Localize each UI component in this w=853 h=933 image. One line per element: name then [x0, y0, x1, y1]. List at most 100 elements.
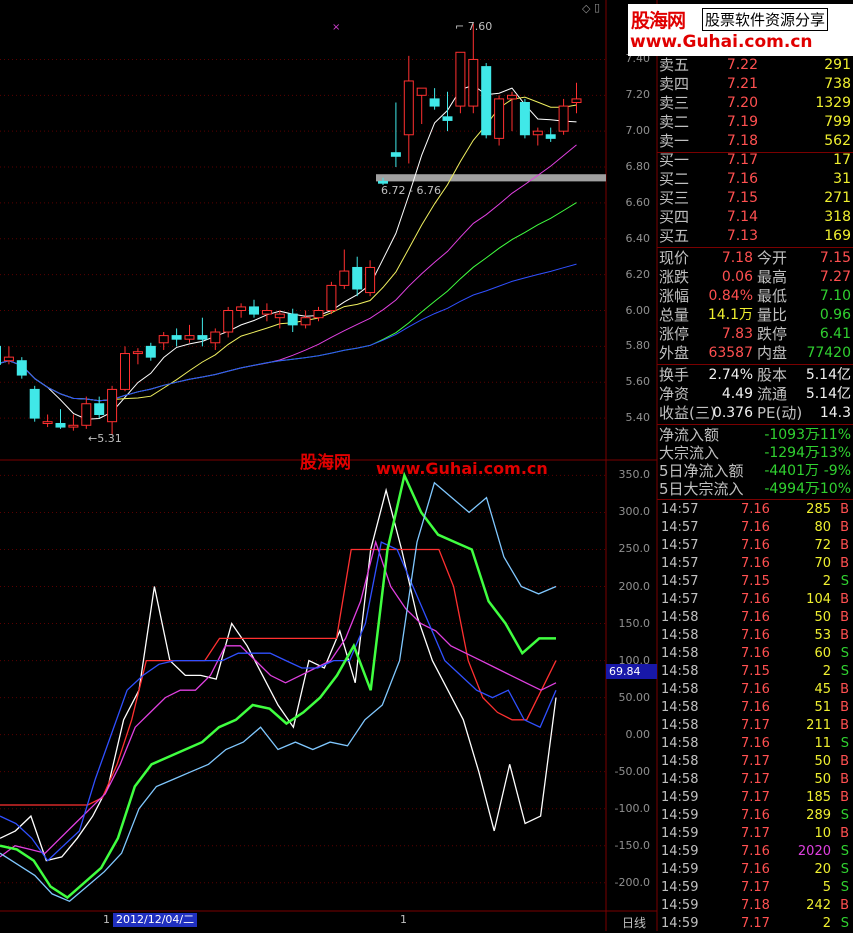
candle: [29, 385, 40, 422]
trade-volume: 104: [806, 592, 831, 607]
logo-brand: 股海网: [631, 10, 686, 32]
candle: [442, 91, 453, 132]
indicator-tick-label: 0.00: [625, 727, 651, 741]
candle-body: [429, 98, 440, 107]
trade-price: 7.17: [741, 772, 770, 787]
order-book-row[interactable]: 卖五 7.22 291: [657, 56, 853, 74]
stat-value: 5.14亿: [805, 367, 851, 383]
flow-percent: -13%: [814, 445, 851, 461]
trade-time: 14:58: [661, 736, 699, 751]
candle-body: [249, 306, 259, 315]
quote-value: 7.18: [721, 250, 753, 266]
candle-body: [519, 101, 530, 136]
order-book-row[interactable]: 买四 7.14 318: [657, 208, 853, 226]
trade-price: 7.16: [741, 682, 770, 697]
candle: [287, 308, 298, 333]
order-level-label: 买三: [659, 189, 690, 207]
order-book-row[interactable]: 卖四 7.21 738: [657, 75, 853, 93]
trade-time: 14:59: [661, 862, 699, 877]
indicator-layer: [0, 471, 557, 903]
order-book-row[interactable]: 买三 7.15 271: [657, 189, 853, 207]
order-price: 7.14: [726, 209, 758, 225]
order-book-row[interactable]: 卖二 7.19 799: [657, 113, 853, 131]
order-volume: 799: [824, 114, 851, 130]
trade-time: 14:59: [661, 898, 699, 913]
order-level-label: 买四: [659, 208, 690, 226]
flow-value: -1294万: [764, 445, 819, 461]
price-tick-label: 6.00: [625, 303, 651, 317]
candle-body: [481, 66, 492, 136]
trade-side: S: [840, 862, 849, 877]
trade-row: 14:59 7.16 2020 S: [657, 843, 853, 861]
stat-label: 换手: [659, 366, 690, 384]
candle-body: [571, 98, 582, 103]
stat-row: 收益(三) 0.376 PE(动) 14.3: [657, 404, 853, 422]
section-divider: [657, 499, 853, 500]
moving-average-line: [0, 96, 577, 402]
quote-label: 现价: [659, 249, 690, 267]
period-label[interactable]: 日线: [622, 914, 646, 931]
trade-volume: 70: [814, 556, 831, 571]
price-tick-label: 7.00: [625, 124, 651, 138]
trade-price: 7.17: [741, 916, 770, 931]
flow-value: -4401万: [764, 463, 819, 479]
order-book-row[interactable]: 买二 7.16 31: [657, 170, 853, 188]
trade-time: 14:59: [661, 844, 699, 859]
order-price: 7.20: [726, 95, 758, 111]
trade-volume: 2020: [797, 844, 831, 859]
stat-row: 换手 2.74% 股本 5.14亿: [657, 366, 853, 384]
trade-row: 14:59 7.16 20 S: [657, 861, 853, 879]
indicator-line: [0, 541, 557, 862]
order-book-row[interactable]: 买一 7.17 17: [657, 151, 853, 169]
quote-row: 涨停 7.83 跌停 6.41: [657, 325, 853, 343]
trade-time: 14:58: [661, 628, 699, 643]
quote-row: 涨幅 0.84% 最低 7.10: [657, 287, 853, 305]
trade-side: S: [840, 844, 849, 859]
indicator-line: [0, 548, 557, 806]
trade-price: 7.16: [741, 736, 770, 751]
candle-body: [132, 351, 143, 355]
candle-body: [287, 313, 298, 326]
flow-label: 5日大宗流入: [659, 480, 744, 498]
trade-volume: 72: [814, 538, 831, 553]
diamond-icon[interactable]: ◇: [582, 2, 590, 15]
logo: 股海网 股票软件资源分享 www.Guhai.com.cn: [628, 4, 853, 56]
candle-body: [365, 266, 376, 294]
trade-time: 14:59: [661, 826, 699, 841]
candle-body: [171, 335, 182, 340]
window-control-icon[interactable]: ▯: [594, 1, 600, 14]
trade-volume: 211: [806, 718, 831, 733]
trade-side: S: [840, 646, 849, 661]
trade-time: 14:59: [661, 880, 699, 895]
stat-label: 流通: [757, 385, 788, 403]
candle-body: [145, 345, 156, 358]
flow-row: 大宗流入 -1294万 -13%: [657, 444, 853, 462]
trade-row: 14:58 7.17 211 B: [657, 717, 853, 735]
stat-label: 净资: [659, 385, 690, 403]
trade-side: S: [840, 664, 849, 679]
price-tick-label: 6.40: [625, 231, 651, 245]
trade-volume: 53: [814, 628, 831, 643]
quote-label: 总量: [659, 306, 690, 324]
candle: [352, 256, 363, 297]
trade-time: 14:58: [661, 610, 699, 625]
candle-body: [300, 317, 311, 326]
stat-row: 净资 4.49 流通 5.14亿: [657, 385, 853, 403]
trade-row: 14:59 7.16 289 S: [657, 807, 853, 825]
order-book-row[interactable]: 卖三 7.20 1329: [657, 94, 853, 112]
candle: [158, 332, 169, 350]
price-tick-label: 5.40: [625, 411, 651, 425]
candle: [68, 414, 79, 431]
stat-value: 0.376: [712, 405, 753, 421]
trade-volume: 51: [814, 700, 831, 715]
trade-price: 7.15: [741, 574, 770, 589]
order-book-row[interactable]: 卖一 7.18 562: [657, 132, 853, 150]
flow-percent: -9%: [823, 463, 851, 479]
trade-side: S: [840, 808, 849, 823]
order-level-label: 卖三: [659, 94, 690, 112]
order-price: 7.22: [726, 57, 758, 73]
candle: [0, 345, 1, 365]
logo-tagline: 股票软件资源分享: [702, 8, 829, 31]
order-book-row[interactable]: 买五 7.13 169: [657, 227, 853, 245]
quote-row: 涨跌 0.06 最高 7.27: [657, 268, 853, 286]
